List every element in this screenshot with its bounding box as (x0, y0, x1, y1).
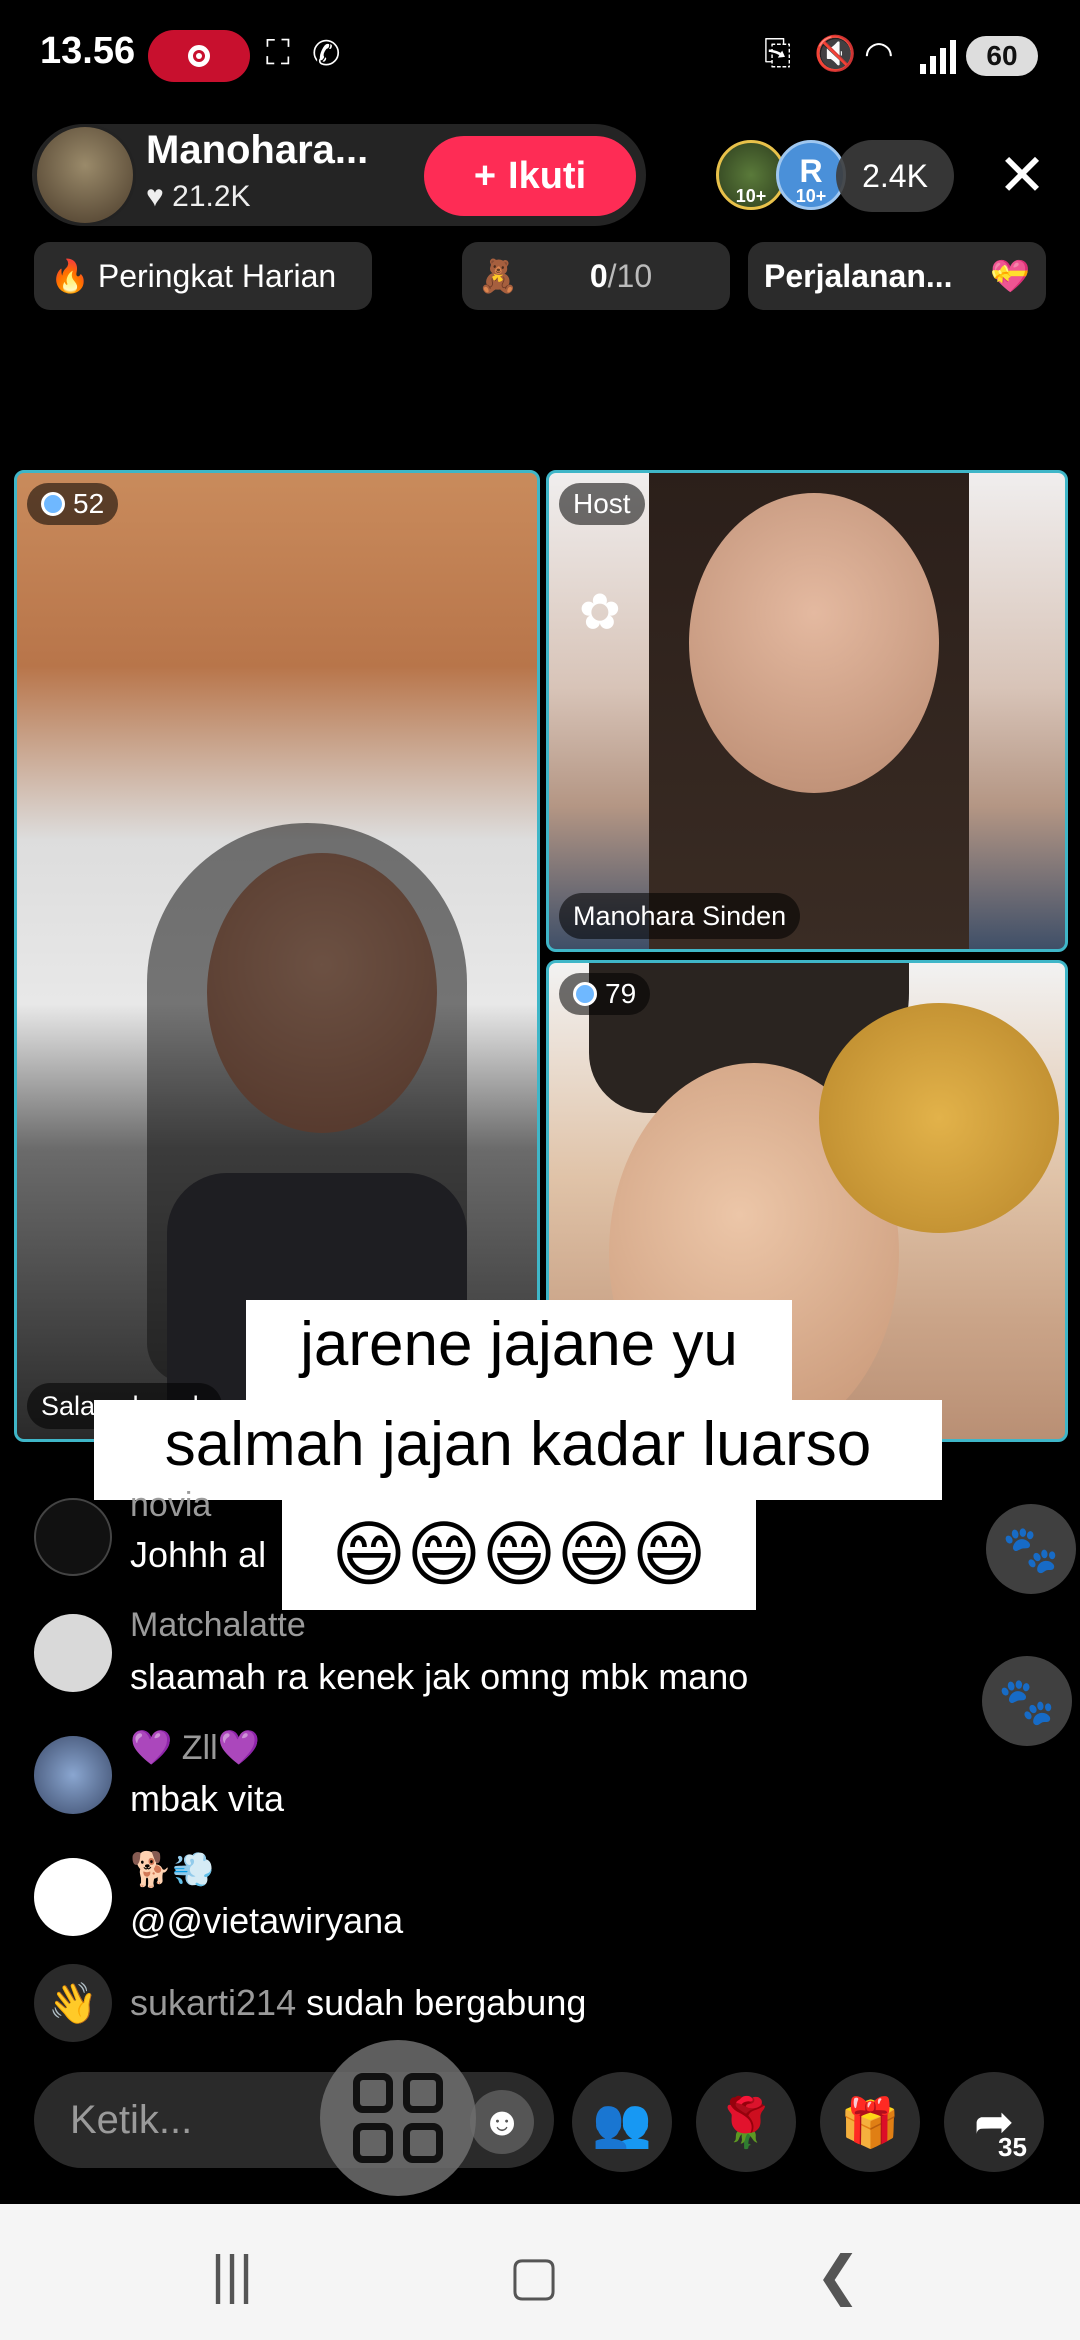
journey-chip[interactable]: Perjalanan... 💝 (748, 242, 1046, 310)
comment-username[interactable]: novia (130, 1486, 211, 1525)
daily-ranking-chip[interactable]: 🔥 Peringkat Harian (34, 242, 372, 310)
comment-text: Johhh al (130, 1534, 267, 1575)
food-item (819, 1003, 1059, 1233)
screen-record-indicator[interactable] (148, 30, 250, 82)
bear-icon: 🧸 (478, 258, 518, 294)
host-avatar[interactable] (34, 124, 136, 226)
cast-icon: ⎘ (764, 34, 792, 72)
host-video-tile[interactable]: ✿ Host Manohara Sinden (546, 470, 1068, 952)
comment-text: mbak vita (130, 1778, 285, 1819)
comment-text: @@vietawiryana (130, 1900, 404, 1941)
goal-total: /10 (607, 257, 653, 294)
caption-line: salmah jajan kadar luarso (94, 1400, 942, 1500)
journey-label: Perjalanan... (764, 257, 953, 294)
gift-goal-chip[interactable]: 🧸 0 /10 (462, 242, 730, 310)
gift-icon: 🎁 (840, 2096, 900, 2150)
host-face (689, 493, 939, 793)
goal-current: 0 (589, 257, 608, 294)
caption-line: 😄😄😄😄😄 (282, 1500, 756, 1610)
host-tile-name: Manohara Sinden (559, 893, 801, 939)
rose-gift-button[interactable]: 🌹 (696, 2072, 796, 2172)
close-icon[interactable]: ✕ (992, 140, 1052, 210)
plus-icon: + (473, 154, 497, 197)
status-time: 13.56 (40, 30, 136, 72)
badge-icon (41, 492, 65, 516)
share-count: 35 (998, 2132, 1027, 2162)
viewer-badge: 10+ (735, 186, 767, 206)
wifi-icon: ◠ (864, 35, 894, 73)
share-button[interactable]: ➦ (944, 2072, 1044, 2172)
wave-icon: 👋 (34, 1964, 112, 2042)
paw-icon[interactable]: 🐾 (986, 1504, 1076, 1594)
recent-apps-icon[interactable]: ||| (192, 2240, 272, 2310)
caption-line: jarene jajane yu (246, 1300, 792, 1400)
guest-score-badge: 52 (27, 483, 119, 525)
gift-button[interactable]: 🎁 (820, 2072, 920, 2172)
comment-text: slaamah ra kenek jak omng mbk mano (130, 1656, 749, 1697)
people-icon: 👥 (592, 2096, 652, 2150)
host-name[interactable]: Manohara... (146, 128, 368, 173)
comment-username[interactable]: Matchalatte (130, 1606, 306, 1645)
badge-icon (573, 982, 597, 1006)
fire-icon: 🔥 (50, 258, 90, 294)
heart-icon: ♥ (146, 180, 164, 213)
follow-button[interactable]: + Ikuti (424, 136, 636, 216)
host-likes-count: 21.2K (172, 180, 251, 213)
rose-icon: 🌹 (716, 2096, 776, 2150)
daily-ranking-label: Peringkat Harian (97, 257, 337, 294)
multi-guest-button[interactable]: 👥 (572, 2072, 672, 2172)
comment-avatar[interactable] (34, 1498, 112, 1576)
guest-video-tile-left[interactable]: 52 Salamah mah (14, 470, 540, 1442)
viewer-initial: R (799, 153, 823, 189)
battery-indicator: 60 (966, 36, 1038, 76)
screenshot-icon: ⛶ (266, 34, 290, 72)
comment-username[interactable]: 💜 Zll💜 (130, 1728, 260, 1768)
follow-label: Ikuti (508, 154, 587, 197)
record-icon (188, 45, 210, 67)
comment-avatar[interactable] (34, 1736, 112, 1814)
host-tag: Host (559, 483, 645, 525)
guest-score: 79 (605, 978, 637, 1009)
paw-icon[interactable]: 🐾 (982, 1656, 1072, 1746)
host-likes: ♥ 21.2K (146, 180, 251, 214)
join-notice: sukarti214 sudah bergabung (130, 1982, 586, 2024)
join-username[interactable]: sukarti214 (130, 1982, 296, 2023)
flower-icon: ✿ (579, 584, 621, 640)
grid-icon (348, 2068, 448, 2168)
emoji-icon[interactable]: ☻ (470, 2090, 534, 2154)
comment-avatar[interactable] (34, 1858, 112, 1936)
guest-score: 52 (73, 488, 105, 519)
whatsapp-icon: ✆ (312, 35, 341, 73)
comment-avatar[interactable] (34, 1614, 112, 1692)
more-options-button[interactable] (320, 2040, 476, 2196)
back-icon[interactable]: ❮ (798, 2240, 878, 2310)
viewer-count[interactable]: 2.4K (836, 140, 954, 212)
heart-gift-icon: 💝 (990, 258, 1030, 294)
signal-icon (918, 40, 958, 74)
home-icon[interactable]: ▢ (494, 2240, 574, 2310)
join-text: sudah bergabung (306, 1982, 587, 2023)
mute-icon: 🔇 (814, 35, 857, 73)
guest-score-badge: 79 (559, 973, 651, 1015)
comment-username[interactable]: 🐕💨 (130, 1850, 215, 1890)
